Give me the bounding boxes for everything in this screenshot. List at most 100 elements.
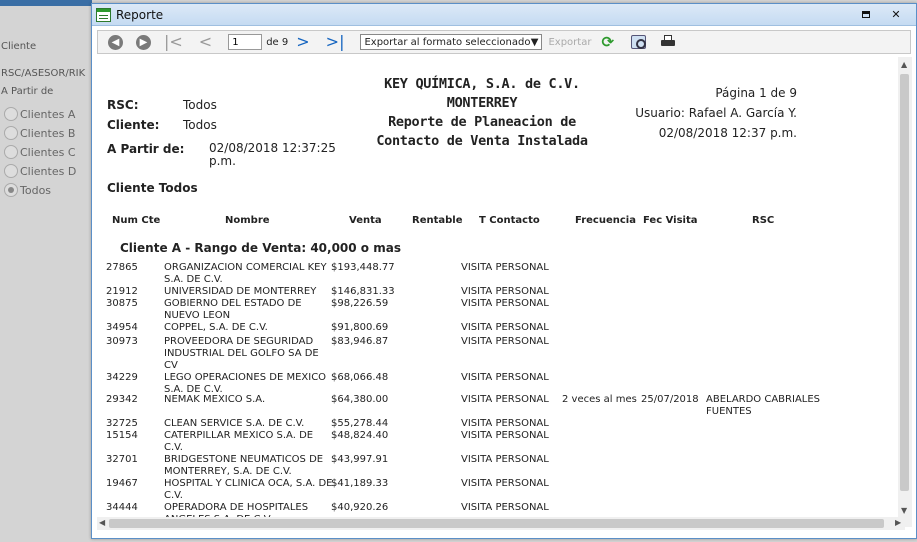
cell-nombre: CATERPILLAR MEXICO S.A. DE C.V. xyxy=(164,430,314,453)
maximize-button[interactable] xyxy=(860,9,872,21)
page-info: Página 1 de 9 xyxy=(715,86,797,100)
cell-nombre: LEGO OPERACIONES DE MEXICO S.A. DE C.V. xyxy=(164,372,327,395)
radio-clientes-c[interactable]: Clientes C xyxy=(4,145,76,159)
header-fec-visita: Fec Visita xyxy=(643,215,698,226)
radio-clientes-a[interactable]: Clientes A xyxy=(4,107,75,121)
first-page-button[interactable]: |< xyxy=(164,34,183,50)
cell-num-cte: 30875 xyxy=(106,298,138,309)
cell-rsc: ABELARDO CABRIALES FUENTES xyxy=(706,394,821,417)
print-icon[interactable] xyxy=(660,34,676,50)
arrow-right-icon: ▶ xyxy=(139,36,148,48)
report-datetime: 02/08/2018 12:37 p.m. xyxy=(658,126,797,140)
cell-fec-visita: 25/07/2018 xyxy=(641,394,699,405)
report-icon xyxy=(96,7,111,22)
cell-t-contacto: VISITA PERSONAL xyxy=(461,262,549,273)
export-button[interactable]: Exportar xyxy=(548,37,591,48)
radio-todos[interactable]: Todos xyxy=(4,183,51,197)
company-name: KEY QUÍMICA, S.A. de C.V. xyxy=(384,76,580,92)
report-title-block: KEY QUÍMICA, S.A. de C.V. MONTERREY Repo… xyxy=(342,75,622,151)
cell-venta: $83,946.87 xyxy=(331,336,389,347)
search-icon[interactable] xyxy=(631,35,647,49)
cell-venta: $68,066.48 xyxy=(331,372,389,383)
cliente-value: Todos xyxy=(183,118,217,132)
cliente-todos-heading: Cliente Todos xyxy=(107,181,198,195)
next-page-button[interactable]: > xyxy=(296,34,309,50)
cell-num-cte: 32725 xyxy=(106,418,138,429)
horizontal-scrollbar[interactable]: ◀ ▶ xyxy=(97,517,905,530)
cell-num-cte: 34444 xyxy=(106,502,138,513)
rsc-value: Todos xyxy=(183,98,217,112)
cell-venta: $43,997.91 xyxy=(331,454,389,465)
dialog-titlebar[interactable]: Reporte ✕ xyxy=(92,4,916,26)
panel-header-bar xyxy=(0,0,92,6)
cell-venta: $48,824.40 xyxy=(331,430,389,441)
header-frecuencia: Frecuencia xyxy=(575,215,636,226)
cell-t-contacto: VISITA PERSONAL xyxy=(461,502,549,513)
city-name: MONTERREY xyxy=(446,95,518,111)
apartir-label: A Partir de: xyxy=(107,142,185,156)
header-venta: Venta xyxy=(349,215,382,226)
cell-num-cte: 34954 xyxy=(106,322,138,333)
arrow-left-icon: ◀ xyxy=(111,36,120,48)
report-title-line1: Reporte de Planeacion de xyxy=(388,114,576,130)
cell-nombre: UNIVERSIDAD DE MONTERREY xyxy=(164,286,317,297)
cell-nombre: GOBIERNO DEL ESTADO DE NUEVO LEON xyxy=(164,298,302,321)
last-page-button[interactable]: >| xyxy=(326,34,345,50)
cell-num-cte: 15154 xyxy=(106,430,138,441)
cell-venta: $146,831.33 xyxy=(331,286,395,297)
scroll-up-icon[interactable]: ▲ xyxy=(901,60,907,69)
horizontal-scroll-thumb[interactable] xyxy=(109,519,884,528)
scroll-left-icon[interactable]: ◀ xyxy=(99,518,105,527)
rsc-label: RSC: xyxy=(107,98,139,112)
cell-t-contacto: VISITA PERSONAL xyxy=(461,336,549,347)
cell-num-cte: 21912 xyxy=(106,286,138,297)
cell-num-cte: 29342 xyxy=(106,394,138,405)
maximize-icon xyxy=(862,11,870,18)
cell-nombre: NEMAK MEXICO S.A. xyxy=(164,394,266,405)
cell-num-cte: 27865 xyxy=(106,262,138,273)
vertical-scroll-thumb[interactable] xyxy=(900,74,909,491)
cell-nombre: CLEAN SERVICE S.A. DE C.V. xyxy=(164,418,305,429)
radio-clientes-d[interactable]: Clientes D xyxy=(4,164,76,178)
rsc-filter-label: RSC/ASESOR/RIK xyxy=(1,68,86,79)
cell-venta: $41,189.33 xyxy=(331,478,389,489)
cell-num-cte: 30973 xyxy=(106,336,138,347)
export-format-select[interactable]: Exportar al formato seleccionado ▼ xyxy=(360,34,543,50)
header-rentable: Rentable xyxy=(412,215,463,226)
forward-button[interactable]: ▶ xyxy=(136,34,151,50)
dialog-title: Reporte xyxy=(116,7,164,22)
scroll-down-icon[interactable]: ▼ xyxy=(901,506,907,515)
group-title: Cliente A - Rango de Venta: 40,000 o mas xyxy=(120,241,401,255)
header-t-contacto: T Contacto xyxy=(479,215,540,226)
cell-nombre: BRIDGESTONE NEUMATICOS DE MONTERREY, S.A… xyxy=(164,454,324,477)
cell-t-contacto: VISITA PERSONAL xyxy=(461,394,549,405)
vertical-scrollbar[interactable]: ▲ ▼ xyxy=(898,57,912,527)
refresh-icon[interactable]: ⟳ xyxy=(601,34,617,50)
cell-nombre: PROVEEDORA DE SEGURIDAD INDUSTRIAL DEL G… xyxy=(164,336,319,371)
close-button[interactable]: ✕ xyxy=(890,8,902,21)
cell-num-cte: 32701 xyxy=(106,454,138,465)
previous-page-button[interactable]: < xyxy=(199,34,212,50)
report-content: KEY QUÍMICA, S.A. de C.V. MONTERREY Repo… xyxy=(97,57,911,527)
page-count-label: de 9 xyxy=(266,36,289,48)
page-number-input[interactable] xyxy=(228,34,263,50)
report-toolbar: ◀ ▶ |< < de 9 > >| Exportar al formato s… xyxy=(97,30,911,54)
scroll-right-icon[interactable]: ▶ xyxy=(895,518,901,527)
user-info: Usuario: Rafael A. García Y. xyxy=(635,106,797,120)
back-button[interactable]: ◀ xyxy=(108,34,123,50)
header-nombre: Nombre xyxy=(225,215,270,226)
cell-t-contacto: VISITA PERSONAL xyxy=(461,322,549,333)
close-icon: ✕ xyxy=(891,8,901,21)
cell-nombre: ORGANIZACION COMERCIAL KEY S.A. DE C.V. xyxy=(164,262,327,285)
cliente-label: Cliente: xyxy=(107,118,160,132)
cell-t-contacto: VISITA PERSONAL xyxy=(461,454,549,465)
radio-clientes-b[interactable]: Clientes B xyxy=(4,126,75,140)
cliente-filter-label: Cliente xyxy=(1,41,37,52)
cell-venta: $40,920.26 xyxy=(331,502,389,513)
cell-t-contacto: VISITA PERSONAL xyxy=(461,418,549,429)
cell-nombre: HOSPITAL Y CLINICA OCA, S.A. DE C.V. xyxy=(164,478,333,501)
cell-venta: $55,278.44 xyxy=(331,418,389,429)
cell-venta: $98,226.59 xyxy=(331,298,389,309)
cell-num-cte: 19467 xyxy=(106,478,138,489)
report-dialog: Reporte ✕ ◀ ▶ |< < de 9 > >| Exportar al… xyxy=(91,3,917,539)
